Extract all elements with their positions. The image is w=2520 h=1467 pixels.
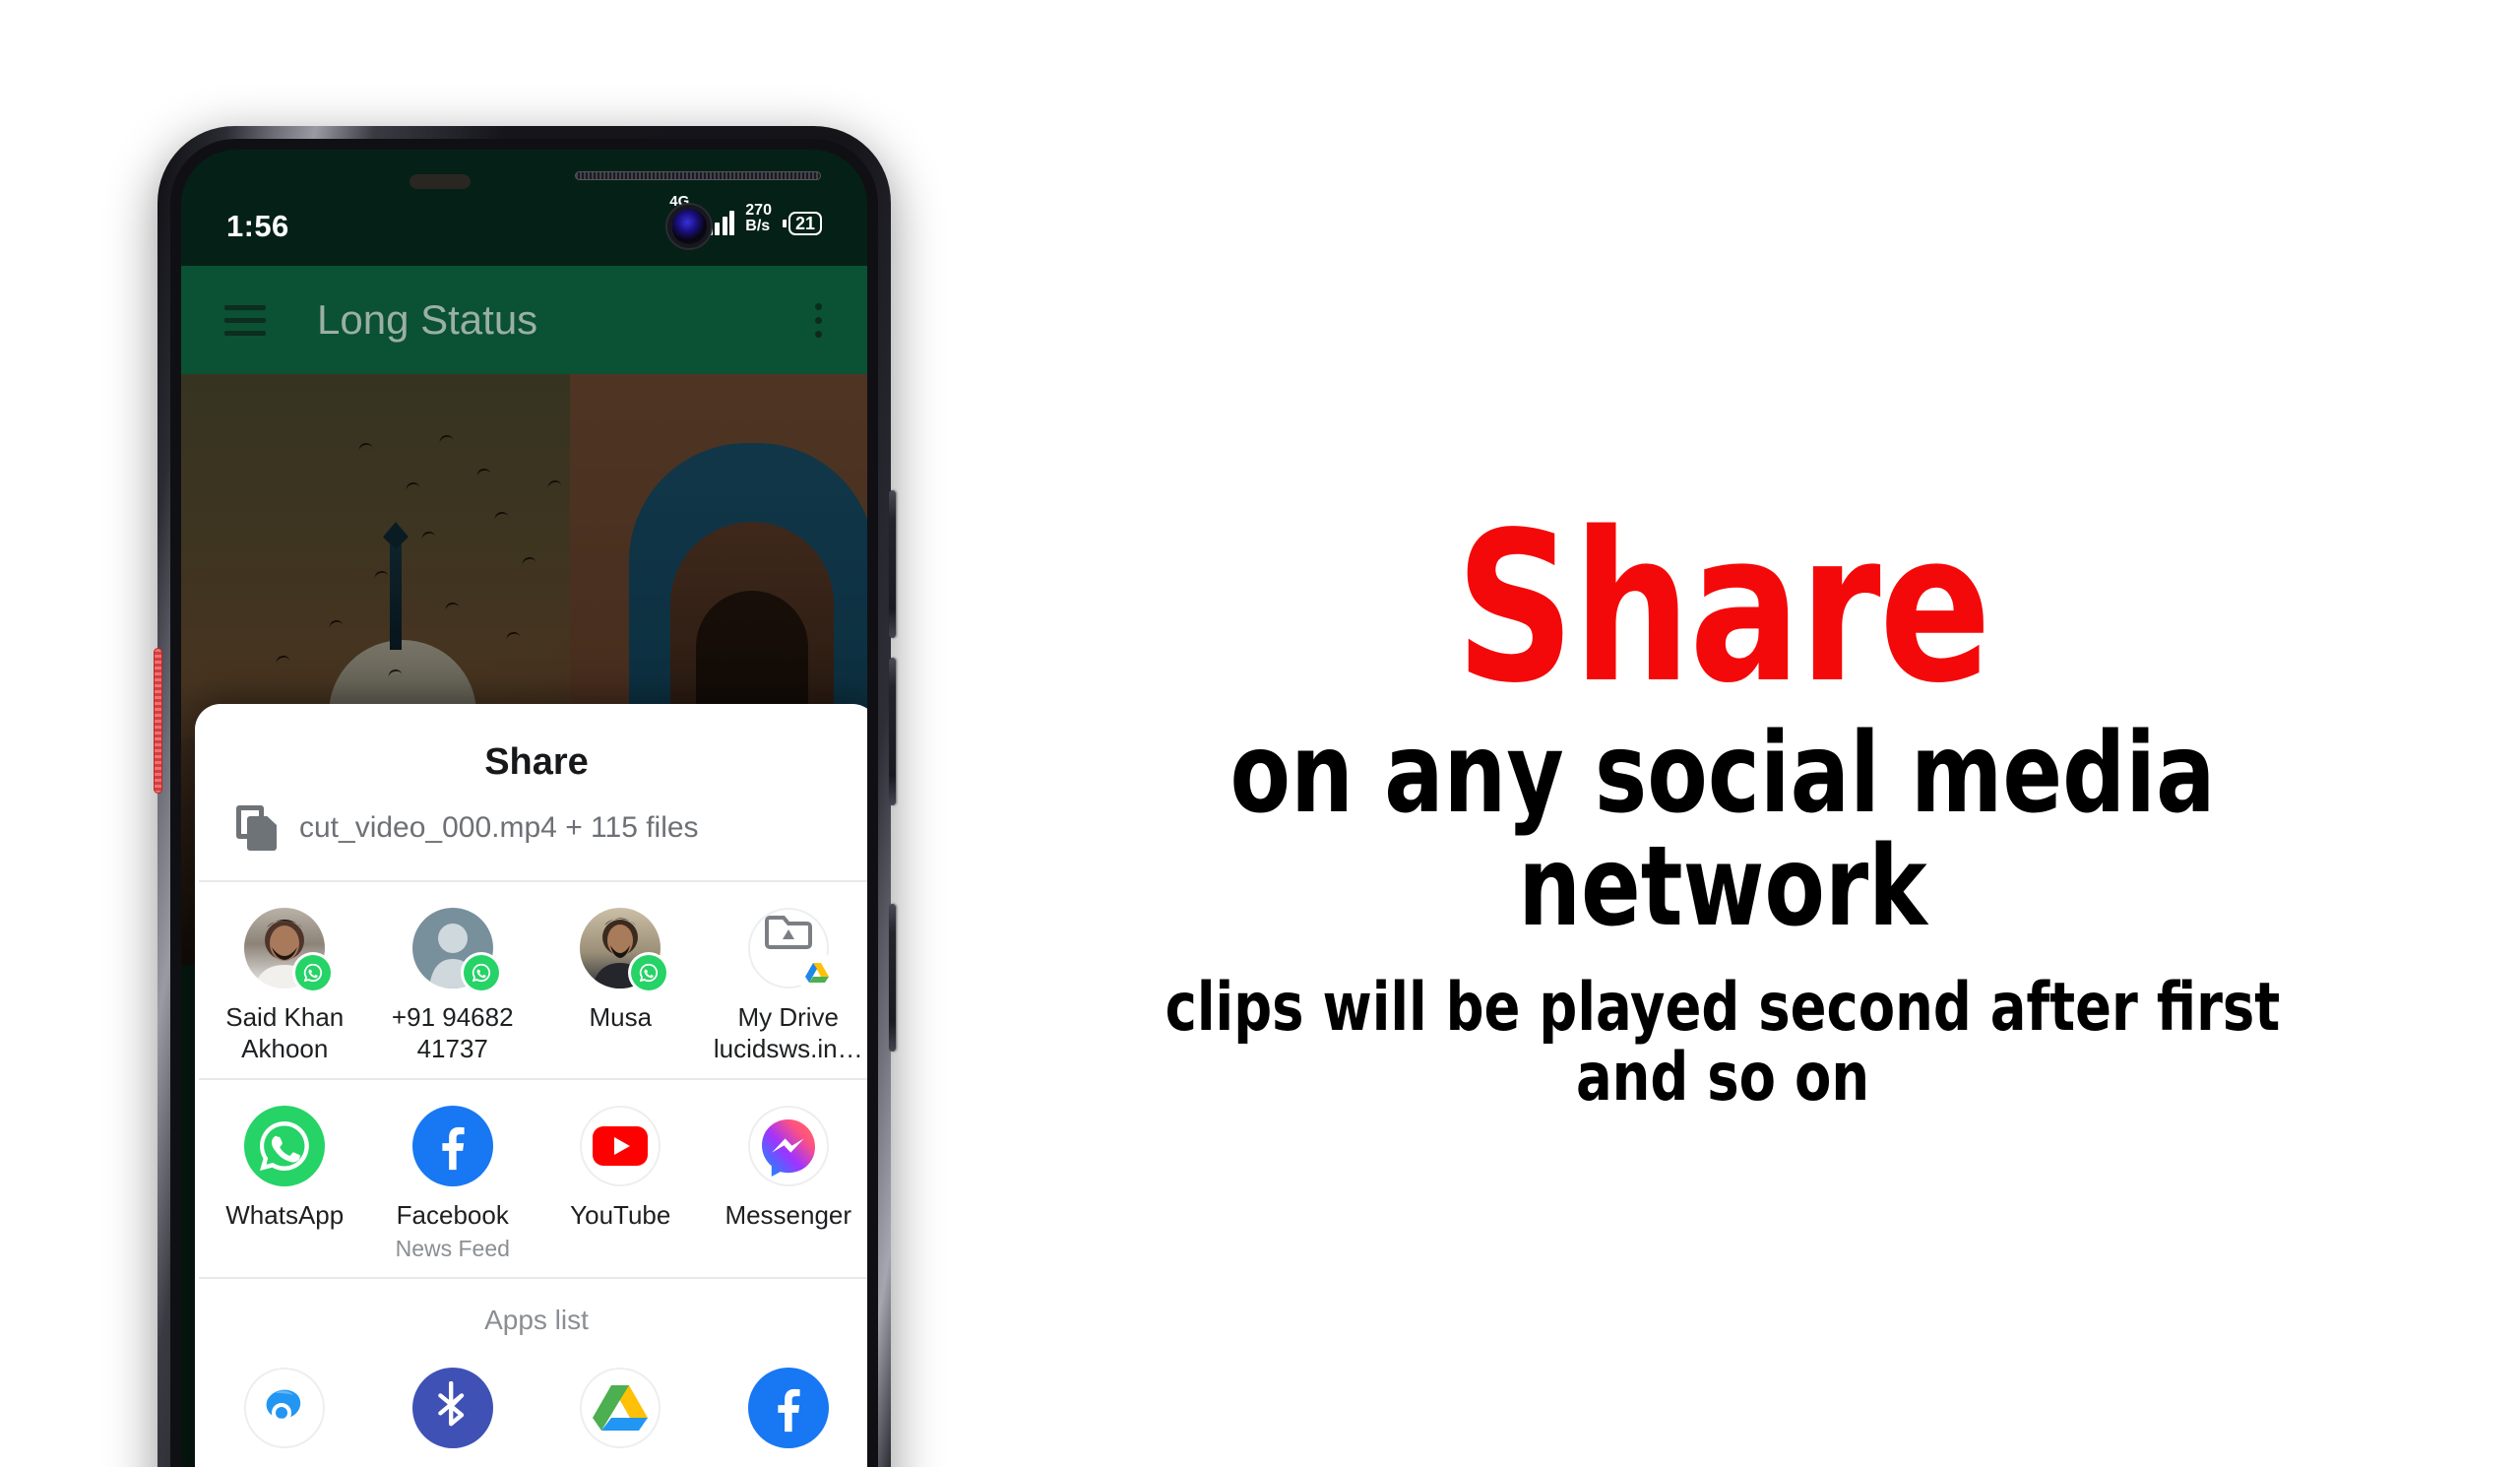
share-app-label: WhatsApp	[225, 1200, 345, 1231]
whatsapp-badge-icon	[463, 954, 499, 990]
network-type-label: 4G	[669, 192, 690, 210]
share-app-messenger[interactable]: Messenger	[705, 1106, 868, 1262]
minaret-spire	[390, 542, 402, 650]
bird-icon	[475, 467, 491, 478]
messenger-icon	[747, 1106, 829, 1187]
share-app-facebook-list[interactable]: Facebook News Feed	[705, 1367, 868, 1467]
share-target-phone-number[interactable]: +91 94682 41737	[369, 907, 537, 1064]
avatar	[580, 907, 667, 990]
signal-strength-sim2-icon	[707, 210, 735, 235]
share-target-said-khan-akhoon[interactable]: Said Khan Akhoon	[201, 907, 369, 1064]
front-camera-icon	[671, 209, 707, 244]
more-vert-icon[interactable]	[815, 302, 822, 338]
network-speed-indicator: 270 B/s	[745, 202, 772, 235]
share-target-label: My Drive	[737, 1001, 840, 1032]
share-target-my-drive[interactable]: My Drive lucidsws.in…	[705, 907, 868, 1064]
share-app-label: Bluetooth	[399, 1462, 507, 1467]
phone-mockup: 1:56 4G 270 B/s 21 Long Status Share cut…	[154, 126, 896, 1467]
share-app-amaze[interactable]: Amaze Save as…	[201, 1367, 369, 1467]
share-app-youtube[interactable]: YouTube	[536, 1106, 705, 1262]
share-target-musa[interactable]: Musa	[536, 907, 705, 1064]
bird-icon	[505, 630, 521, 641]
marketing-caption: clips will be played second after first …	[1165, 968, 2281, 1117]
bird-icon	[546, 478, 562, 489]
share-target-label: +91 94682 41737	[391, 1001, 514, 1063]
whatsapp-badge-icon	[631, 954, 667, 990]
bird-icon	[521, 555, 536, 566]
bird-icon	[493, 510, 509, 521]
screenshot-canvas: 1:56 4G 270 B/s 21 Long Status Share cut…	[0, 0, 2520, 1467]
app-bar: Long Status	[181, 266, 867, 374]
status-time: 1:56	[226, 209, 289, 243]
avatar	[411, 907, 499, 990]
phone-screen: 1:56 4G 270 B/s 21 Long Status Share cut…	[181, 150, 867, 1467]
copy-files-icon	[236, 804, 278, 851]
amaze-file-manager-icon	[244, 1367, 326, 1448]
avatar	[244, 907, 332, 990]
bird-icon	[328, 618, 344, 629]
facebook-icon	[747, 1367, 829, 1448]
page-title: Long Status	[317, 296, 538, 343]
share-subject-label: cut_video_000.mp4 + 115 files	[299, 810, 699, 844]
battery-nub	[782, 219, 787, 227]
share-app-label: Amaze	[245, 1462, 325, 1467]
apps-list-header: Apps list	[484, 1304, 589, 1335]
marketing-headline: Share	[1455, 487, 1991, 729]
proximity-sensor-icon	[410, 174, 471, 189]
share-sheet-title: Share	[484, 740, 589, 783]
bird-icon	[357, 441, 373, 452]
network-speed-value: 270	[745, 202, 772, 219]
volume-up-button[interactable]	[889, 490, 896, 638]
volume-down-button[interactable]	[889, 658, 896, 805]
share-app-label: Facebook	[396, 1200, 509, 1231]
share-target-sublabel: lucidsws.in…	[713, 1033, 863, 1063]
share-subject: cut_video_000.mp4 + 115 files	[195, 790, 867, 880]
share-app-label: YouTube	[570, 1200, 671, 1231]
share-app-sublabel: News Feed	[395, 1236, 510, 1262]
share-sheet-dialog: Share cut_video_000.mp4 + 115 files Said…	[195, 703, 867, 1467]
facebook-icon	[411, 1106, 493, 1187]
whatsapp-badge-icon	[295, 954, 332, 990]
bird-icon	[420, 530, 436, 541]
share-target-label: Musa	[589, 1001, 653, 1032]
whatsapp-icon	[244, 1106, 326, 1187]
google-drive-badge-icon	[798, 954, 835, 990]
assistant-side-button[interactable]	[154, 648, 162, 794]
earpiece-speaker-icon	[575, 171, 821, 180]
share-app-label: Drive	[591, 1462, 651, 1467]
battery-icon: 21	[782, 211, 822, 235]
apps-list-row: Amaze Save as… Bluetooth	[195, 1342, 867, 1467]
share-app-label: Facebook	[732, 1462, 845, 1467]
bluetooth-icon	[411, 1367, 493, 1448]
share-app-bluetooth[interactable]: Bluetooth	[369, 1367, 537, 1467]
status-bar: 1:56 4G 270 B/s 21	[181, 150, 867, 266]
bird-icon	[373, 569, 389, 580]
minaret-finial	[383, 522, 409, 549]
marketing-subheadline: on any social media network	[1229, 710, 2216, 951]
bird-icon	[275, 654, 290, 665]
bird-icon	[438, 433, 454, 444]
direct-share-row: Said Khan Akhoon +91 94682 41737 Musa My…	[195, 882, 867, 1078]
bird-icon	[405, 480, 420, 491]
hamburger-icon[interactable]	[224, 304, 266, 336]
phone-bezel: 1:56 4G 270 B/s 21 Long Status Share cut…	[170, 139, 878, 1467]
network-speed-unit: B/s	[745, 218, 771, 235]
youtube-icon	[580, 1106, 662, 1187]
power-button[interactable]	[889, 904, 896, 1052]
bird-icon	[387, 668, 403, 678]
share-target-label: Said Khan Akhoon	[225, 1001, 345, 1063]
battery-percent-label: 21	[788, 211, 822, 235]
avatar	[747, 907, 835, 990]
share-app-whatsapp[interactable]: WhatsApp	[201, 1106, 369, 1262]
app-targets-row: WhatsApp Facebook News Feed YouTube Mess…	[195, 1080, 867, 1276]
bird-icon	[444, 601, 460, 611]
google-drive-icon	[580, 1367, 662, 1448]
marketing-copy: Share on any social media network clips …	[945, 487, 2500, 1117]
share-app-facebook[interactable]: Facebook News Feed	[369, 1106, 537, 1262]
share-app-drive[interactable]: Drive Save to Drive	[536, 1367, 705, 1467]
share-app-label: Messenger	[724, 1200, 852, 1231]
